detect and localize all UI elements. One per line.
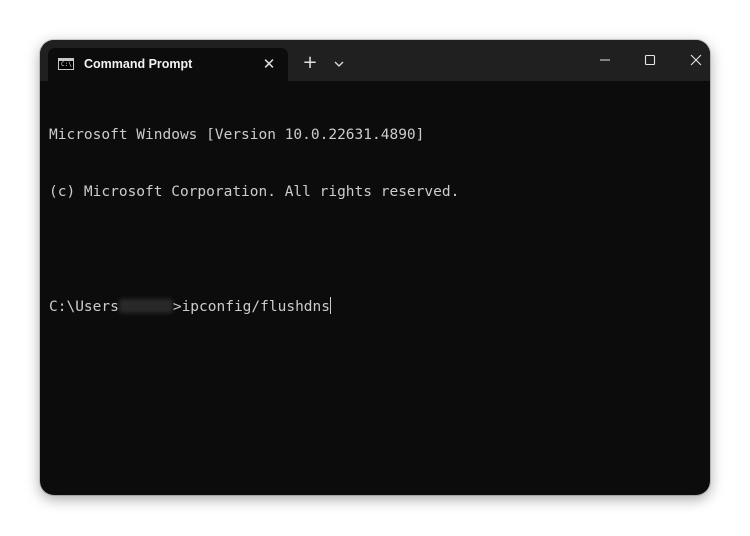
console-line-copyright: (c) Microsoft Corporation. All rights re… [49,184,460,200]
tab-dropdown-button[interactable] [330,52,348,74]
tab-title: Command Prompt [84,57,193,71]
command-prompt-icon: C:\. [58,58,75,70]
terminal-window: C:\. Command Prompt ✕ + Microsoft Window… [40,40,710,495]
prompt-path: C:\Users [49,299,119,315]
close-window-button[interactable] [675,48,710,72]
maximize-icon [644,54,656,66]
close-icon: ✕ [262,55,276,73]
prompt-symbol: > [172,299,182,315]
close-tab-button[interactable]: ✕ [260,55,278,73]
command-input[interactable]: ipconfig/flushdns [182,299,330,315]
plus-icon: + [302,52,318,73]
command-prompt-line[interactable]: C:\Users >ipconfig/flushdns [49,297,700,316]
title-bar: C:\. Command Prompt ✕ + [40,40,710,81]
redacted-username [118,299,173,313]
text-cursor [329,297,331,314]
chevron-down-icon [334,61,344,67]
minimize-button[interactable] [585,48,625,72]
console-output[interactable]: Microsoft Windows [Version 10.0.22631.48… [49,88,700,495]
close-icon [690,54,702,66]
minimize-icon [600,59,610,61]
tab-command-prompt[interactable]: C:\. Command Prompt ✕ [48,48,288,81]
maximize-button[interactable] [630,48,670,72]
console-line-version: Microsoft Windows [Version 10.0.22631.48… [49,127,425,143]
new-tab-button[interactable]: + [299,52,321,74]
